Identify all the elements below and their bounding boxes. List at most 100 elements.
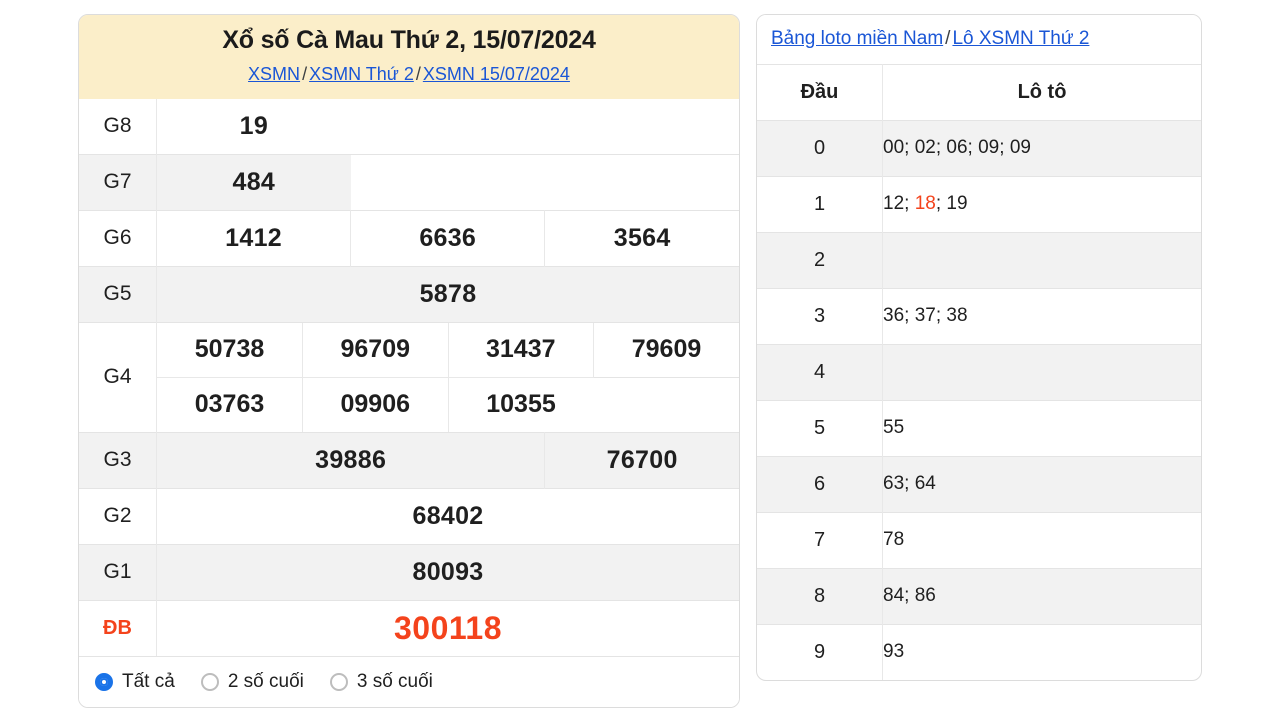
prize-label-g8: G8 (103, 114, 132, 138)
loto-numbers-1: 12; 18; 19 (882, 176, 1201, 233)
prize-value-g4-6: 09906 (302, 376, 448, 432)
loto-numbers-2 (882, 232, 1201, 289)
table-row: 0 00; 02; 06; 09; 09 (757, 120, 1201, 177)
filter-option-last-3-label: 3 số cuối (356, 670, 433, 692)
table-row: G4 50738 96709 31437 79609 03763 09906 1… (79, 322, 739, 433)
table-row: G6 1412 6636 3564 (79, 210, 739, 267)
table-row: 3 36; 37; 38 (757, 288, 1201, 345)
prize-label-db: ĐB (103, 616, 132, 639)
loto-number: 09 (1009, 137, 1031, 159)
prize-value-g5: 5878 (156, 266, 739, 323)
table-row: G3 39886 76700 (79, 432, 739, 489)
prize-value-g3-1: 39886 (155, 432, 545, 489)
g4-subtable: 50738 96709 31437 79609 03763 09906 1035… (157, 322, 739, 432)
loto-number: 63 (883, 473, 905, 495)
loto-number: 86 (914, 585, 936, 607)
prize-value-g6-2: 6636 (350, 210, 545, 267)
table-row: G7 484 (79, 154, 739, 211)
table-row: 9 93 (757, 624, 1201, 680)
loto-dau-9: 9 (813, 640, 826, 663)
radio-icon[interactable] (329, 672, 348, 691)
prize-results-table: G8 19 G7 484 G6 1412 6636 3564 G5 5878 G… (79, 98, 739, 656)
table-row: 8 84; 86 (757, 568, 1201, 625)
table-row: G5 5878 (79, 266, 739, 323)
breadcrumb: XSMN / XSMN Thứ 2/XSMN 15/07/2024 (91, 63, 727, 86)
loto-numbers-6: 63; 64 (882, 456, 1201, 513)
loto-number: 06 (946, 137, 968, 159)
prize-value-db: 300118 (156, 600, 739, 656)
table-row: G8 19 (79, 98, 739, 155)
prize-label-g2: G2 (103, 504, 132, 528)
prize-label-g1: G1 (103, 560, 132, 584)
table-row: 7 78 (757, 512, 1201, 569)
prize-value-g4-4: 79609 (593, 322, 739, 378)
prize-value-g4-5: 03763 (157, 376, 303, 432)
breadcrumb-link-xsmn[interactable]: XSMN (248, 64, 300, 84)
loto-number: 78 (883, 529, 905, 551)
loto-table-header-row: Đầu Lô tô (757, 64, 1201, 121)
radio-icon[interactable] (200, 672, 219, 691)
loto-column-header-dau: Đầu (800, 80, 839, 103)
loto-column-header-loto: Lô tô (882, 64, 1201, 121)
table-row: ĐB 300118 (79, 600, 739, 656)
loto-numbers-0: 00; 02; 06; 09; 09 (882, 120, 1201, 177)
radio-icon-selected[interactable] (95, 672, 113, 691)
filter-option-last-2-label: 2 số cuối (227, 670, 304, 692)
prize-label-g7: G7 (103, 170, 132, 194)
loto-number: 38 (946, 305, 968, 327)
loto-numbers-5: 55 (882, 400, 1201, 457)
lottery-results-page: Xổ số Cà Mau Thứ 2, 15/07/2024 XSMN / XSMN… (0, 0, 1280, 720)
breadcrumb-separator: / (302, 64, 308, 85)
loto-numbers-9: 93 (882, 624, 1201, 680)
filter-option-last-3[interactable]: 3 số cuối (329, 670, 433, 693)
loto-number: 64 (914, 473, 936, 495)
loto-numbers-3: 36; 37; 38 (882, 288, 1201, 345)
breadcrumb-separator: / (415, 64, 421, 85)
loto-table-body: 0 00; 02; 06; 09; 09 1 12; 18; 19 2 3 36; 37; … (757, 120, 1201, 680)
loto-number: 84 (883, 585, 905, 607)
prize-label-g3: G3 (103, 448, 132, 472)
loto-breadcrumb-link-weekday[interactable]: Lô XSMN Thứ 2 (952, 28, 1089, 49)
prize-value-g4-2: 96709 (302, 322, 448, 378)
loto-numbers-4 (882, 344, 1201, 401)
table-row: 2 (757, 232, 1201, 289)
loto-number: 12 (883, 193, 905, 215)
loto-dau-7: 7 (813, 528, 826, 551)
loto-breadcrumb: Bảng loto miền Nam / Lô XSMN Thứ 2 (757, 15, 1201, 64)
loto-breadcrumb-link-mien-nam[interactable]: Bảng loto miền Nam (771, 28, 943, 49)
filter-option-all[interactable]: Tất cả (95, 671, 175, 693)
prize-value-g2: 68402 (156, 488, 739, 545)
loto-table-card: Bảng loto miền Nam / Lô XSMN Thứ 2 Đầu Lô … (756, 14, 1202, 681)
breadcrumb-link-xsmn-date[interactable]: XSMN 15/07/2024 (423, 64, 570, 84)
loto-dau-0: 0 (813, 136, 826, 159)
table-row: 6 63; 64 (757, 456, 1201, 513)
table-row: 03763 09906 10355 (157, 376, 739, 432)
loto-dau-6: 6 (813, 472, 826, 495)
loto-number: 00 (883, 137, 905, 159)
filter-option-all-label: Tất cả (122, 670, 175, 692)
prize-value-g6-1: 1412 (155, 210, 351, 267)
filter-option-last-2[interactable]: 2 số cuối (200, 670, 304, 693)
prize-value-g1: 80093 (156, 544, 739, 601)
loto-number: 93 (883, 641, 905, 663)
table-row: 50738 96709 31437 79609 (157, 322, 739, 378)
loto-number: 18 (914, 193, 936, 215)
prize-value-g8: 19 (155, 98, 351, 155)
loto-dau-2: 2 (813, 248, 826, 271)
breadcrumb-link-xsmn-weekday[interactable]: XSMN Thứ 2 (309, 64, 414, 84)
prize-label-g4: G4 (103, 365, 132, 389)
xsmn-result-card: Xổ số Cà Mau Thứ 2, 15/07/2024 XSMN / XSMN… (78, 14, 740, 708)
prize-value-g6-3: 3564 (544, 210, 739, 267)
prize-value-g4-group: 50738 96709 31437 79609 03763 09906 1035… (156, 322, 739, 433)
loto-dau-4: 4 (813, 360, 826, 383)
loto-dau-1: 1 (813, 192, 826, 215)
digit-filter-group: Tất cả 2 số cuối 3 số cuối (79, 655, 739, 707)
loto-number: 09 (978, 137, 1000, 159)
loto-number: 36 (883, 305, 905, 327)
prize-value-g4-7: 10355 (447, 376, 594, 432)
table-row: 4 (757, 344, 1201, 401)
loto-dau-8: 8 (813, 584, 826, 607)
loto-numbers-8: 84; 86 (882, 568, 1201, 625)
prize-label-g5: G5 (103, 282, 132, 306)
loto-number: 37 (914, 305, 936, 327)
